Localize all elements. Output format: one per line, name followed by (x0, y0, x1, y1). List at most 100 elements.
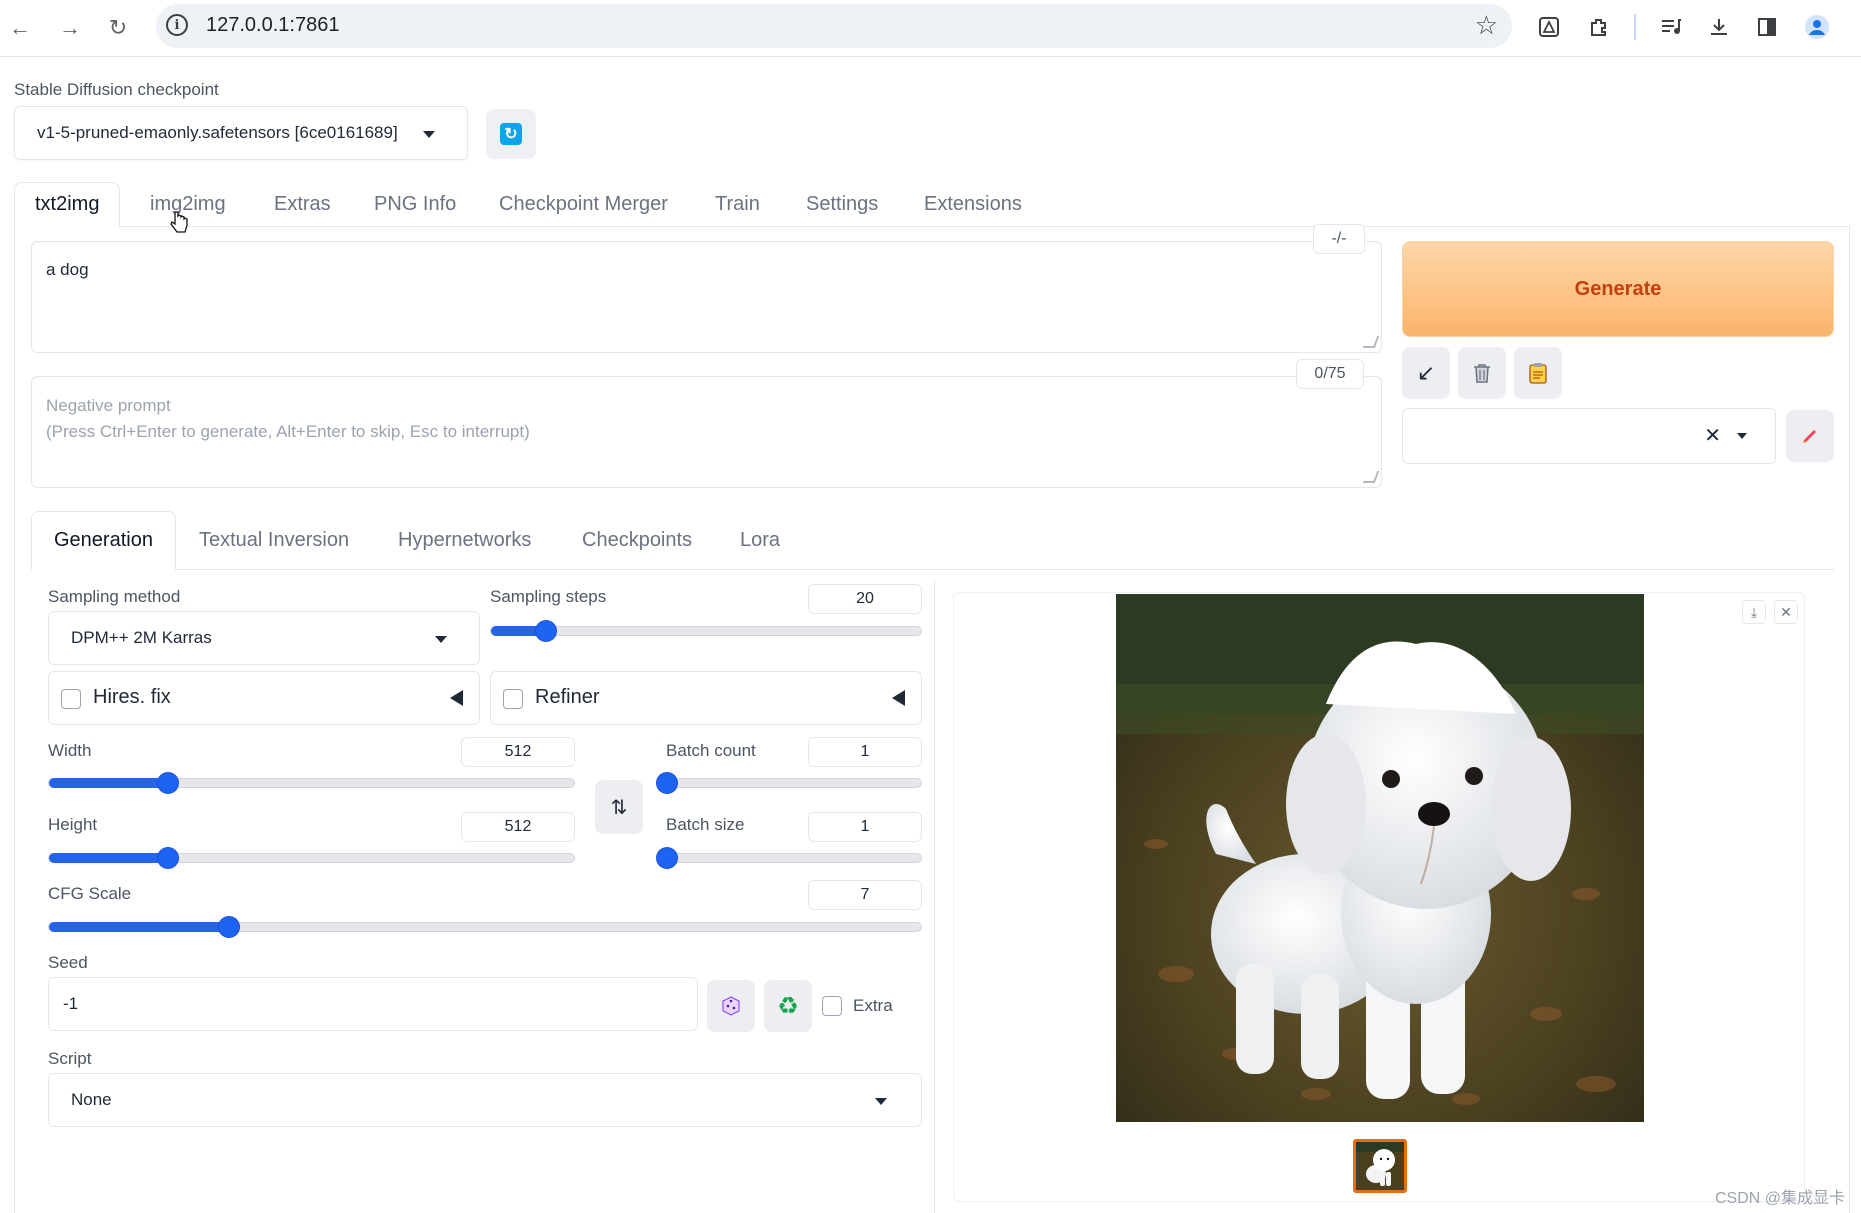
refiner-accordion[interactable]: Refiner (490, 671, 922, 725)
collapse-triangle-icon[interactable] (450, 690, 463, 706)
tab-hypernetworks[interactable]: Hypernetworks (398, 511, 531, 569)
negative-prompt-textarea[interactable]: Negative prompt (Press Ctrl+Enter to gen… (31, 376, 1382, 488)
bookmark-star-icon[interactable]: ☆ (1475, 10, 1498, 41)
checkpoint-value: v1-5-pruned-emaonly.safetensors [6ce0161… (37, 123, 398, 142)
drive-icon[interactable] (1534, 12, 1564, 42)
prompt-token-counter: -/- (1313, 224, 1365, 254)
collapse-triangle-icon[interactable] (892, 690, 905, 706)
apply-style-button[interactable] (1514, 347, 1562, 399)
slider-thumb[interactable] (535, 621, 556, 641)
height-slider[interactable] (48, 848, 575, 868)
gallery-thumbnail[interactable] (1353, 1139, 1407, 1193)
read-params-button[interactable]: ↙ (1402, 347, 1450, 399)
main-tab-bar: txt2img img2img Extras PNG Info Checkpoi… (14, 182, 1850, 227)
batch-size-label: Batch size (666, 815, 745, 834)
reload-icon[interactable]: ↻ (102, 12, 134, 44)
extra-networks-tab-bar: Generation Textual Inversion Hypernetwor… (31, 511, 1834, 570)
resize-handle-icon[interactable] (1362, 471, 1380, 483)
tab-lora[interactable]: Lora (740, 511, 780, 569)
refresh-checkpoints-button[interactable]: ↻ (486, 109, 536, 159)
download-image-button[interactable]: ⤓ (1742, 600, 1766, 624)
batch-count-input[interactable]: 1 (808, 737, 922, 767)
prompt-text: a dog (46, 260, 89, 279)
slider-thumb[interactable] (157, 848, 178, 868)
profile-avatar-icon[interactable] (1802, 12, 1832, 42)
seed-value: -1 (63, 994, 79, 1013)
checkpoint-dropdown[interactable]: v1-5-pruned-emaonly.safetensors [6ce0161… (14, 106, 468, 160)
resize-handle-icon[interactable] (1362, 336, 1380, 348)
clear-icon[interactable]: ✕ (1704, 423, 1721, 448)
slider-thumb[interactable] (657, 773, 677, 793)
toolbar-divider (1634, 14, 1636, 40)
refiner-checkbox[interactable] (503, 689, 523, 709)
sampling-steps-slider[interactable] (490, 621, 922, 641)
generated-dog-image[interactable] (1116, 594, 1644, 1122)
extensions-icon[interactable] (1584, 12, 1614, 42)
tab-generation[interactable]: Generation (31, 511, 176, 570)
batch-size-slider[interactable] (657, 848, 922, 868)
address-bar[interactable]: i 127.0.0.1:7861 ☆ (156, 4, 1512, 48)
slider-fill (49, 778, 168, 788)
batch-count-label: Batch count (666, 741, 756, 760)
media-control-icon[interactable] (1656, 12, 1686, 42)
script-dropdown[interactable]: None (48, 1073, 922, 1127)
tab-extras[interactable]: Extras (274, 182, 331, 226)
extra-seed-checkbox[interactable] (822, 996, 842, 1016)
forward-icon[interactable]: → (54, 12, 86, 44)
slider-thumb[interactable] (157, 773, 178, 793)
sampling-method-dropdown[interactable]: DPM++ 2M Karras (48, 611, 480, 665)
height-label: Height (48, 815, 98, 834)
dice-icon (722, 996, 740, 1016)
cfg-scale-label: CFG Scale (48, 884, 132, 903)
slider-fill (49, 853, 168, 863)
back-icon[interactable]: ← (4, 12, 36, 44)
sampling-method-label: Sampling method (48, 587, 181, 606)
seed-input[interactable]: -1 (48, 977, 698, 1031)
close-icon: ✕ (1780, 603, 1792, 620)
refiner-label: Refiner (535, 686, 600, 708)
trash-icon (1474, 364, 1490, 383)
tab-textual-inversion[interactable]: Textual Inversion (199, 511, 349, 569)
negative-token-counter: 0/75 (1296, 359, 1364, 389)
download-icon[interactable] (1704, 12, 1734, 42)
slider-fill (49, 922, 230, 932)
site-info-icon[interactable]: i (166, 14, 188, 36)
chevron-down-icon (1737, 433, 1747, 439)
clear-prompt-button[interactable] (1458, 347, 1506, 399)
width-label: Width (48, 741, 92, 760)
script-value: None (71, 1090, 112, 1109)
tab-png-info[interactable]: PNG Info (374, 182, 456, 226)
slider-thumb[interactable] (657, 848, 677, 868)
tab-checkpoints[interactable]: Checkpoints (582, 511, 692, 569)
batch-count-slider[interactable] (657, 773, 922, 793)
script-label: Script (48, 1049, 92, 1068)
height-input[interactable]: 512 (461, 812, 575, 842)
sampling-steps-input[interactable]: 20 (808, 584, 922, 614)
reuse-seed-button[interactable]: ♻ (764, 980, 812, 1032)
cfg-scale-input[interactable]: 7 (808, 880, 922, 910)
styles-dropdown[interactable]: ✕ (1402, 408, 1776, 464)
checkpoint-label: Stable Diffusion checkpoint (14, 80, 219, 99)
random-seed-button[interactable] (707, 980, 755, 1032)
arrow-down-left-icon: ↙ (1416, 360, 1436, 385)
prompt-textarea[interactable]: a dog (31, 241, 1382, 353)
tab-checkpoint-merger[interactable]: Checkpoint Merger (499, 182, 668, 226)
hires-fix-checkbox[interactable] (61, 689, 81, 709)
batch-size-input[interactable]: 1 (808, 812, 922, 842)
seed-label: Seed (48, 953, 88, 972)
width-input[interactable]: 512 (461, 737, 575, 767)
tab-extensions[interactable]: Extensions (924, 182, 1022, 226)
width-slider[interactable] (48, 773, 575, 793)
cfg-scale-slider[interactable] (48, 917, 922, 937)
generate-button[interactable]: Generate (1402, 241, 1834, 337)
side-panel-icon[interactable] (1752, 12, 1782, 42)
swap-dimensions-button[interactable]: ⇅ (595, 780, 643, 834)
sampling-method-value: DPM++ 2M Karras (71, 628, 212, 647)
close-image-button[interactable]: ✕ (1774, 600, 1798, 624)
tab-train[interactable]: Train (715, 182, 760, 226)
edit-styles-button[interactable] (1786, 410, 1834, 462)
tab-settings[interactable]: Settings (806, 182, 878, 226)
tab-txt2img[interactable]: txt2img (14, 182, 121, 227)
hires-fix-accordion[interactable]: Hires. fix (48, 671, 480, 725)
clipboard-icon (1529, 363, 1547, 384)
